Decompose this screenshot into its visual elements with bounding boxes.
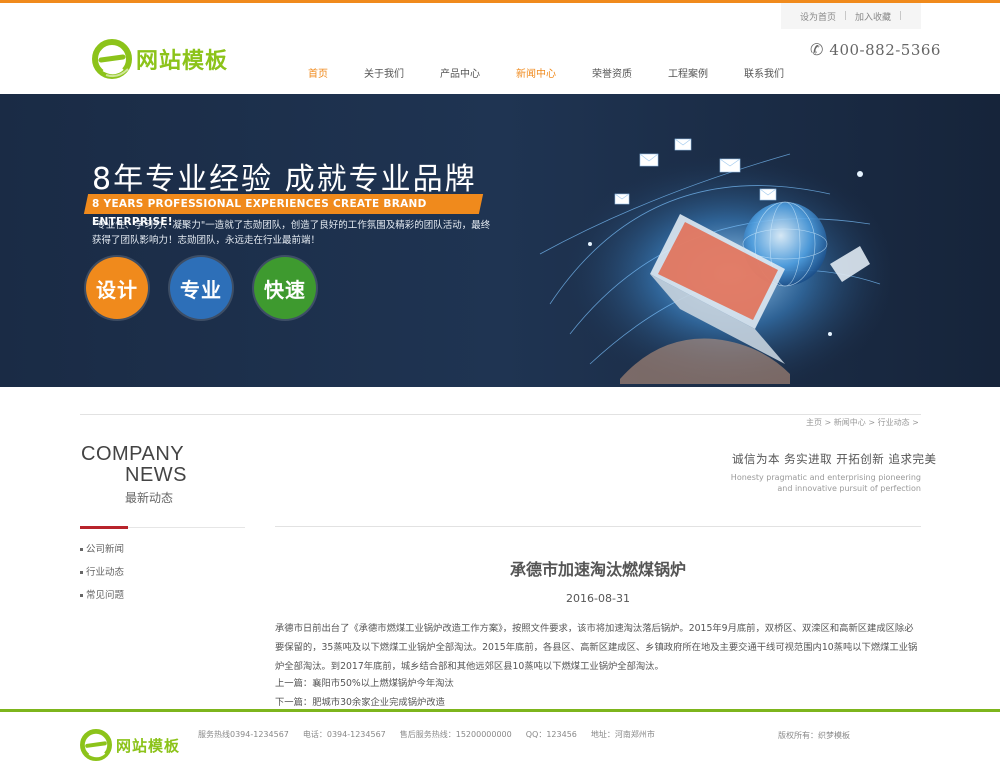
footer-logo[interactable]: 网站模板 <box>80 729 180 761</box>
article-date: 2016-08-31 <box>566 592 630 605</box>
footer-contact-info: 服务热线0394-1234567 电话：0394-1234567 售后服务热线：… <box>198 729 655 740</box>
after-sales-hotline: 售后服务热线：15200000000 <box>399 730 512 739</box>
nav-home[interactable]: 首页 <box>290 67 346 83</box>
nav-news[interactable]: 新闻中心 <box>498 67 574 83</box>
slogan-en-line2: and innovative pursuit of perfection <box>777 484 921 493</box>
banner-title: 8年专业经验 成就专业品牌 <box>92 162 477 197</box>
top-links: 设为首页 | 加入收藏 | <box>781 3 921 29</box>
nav-honors[interactable]: 荣誉资质 <box>574 67 650 83</box>
set-homepage-link[interactable]: 设为首页 <box>800 10 836 23</box>
footer: 网站模板 服务热线0394-1234567 电话：0394-1234567 售后… <box>0 712 1000 781</box>
sidebar-item-industry-news[interactable]: 行业动态 <box>80 565 124 588</box>
fast-badge: 快速 <box>254 257 316 319</box>
laptop-globe-illustration <box>539 138 890 384</box>
banner-description: "专业性、学习力、凝聚力"一造就了志勋团队，创造了良好的工作氛围及精彩的团队活动… <box>92 220 491 246</box>
sidebar-item-label: 行业动态 <box>86 567 125 578</box>
bullet-icon <box>80 548 83 551</box>
professional-badge: 专业 <box>170 257 232 319</box>
qq-info: QQ：123456 <box>525 730 577 739</box>
sidebar-category-list: 公司新闻 行业动态 常见问题 <box>80 542 124 611</box>
sidebar-title-company: COMPANY <box>81 443 185 465</box>
sidebar-item-label: 公司新闻 <box>86 544 125 555</box>
slogan-en: Honesty pragmatic and enterprising pione… <box>720 472 921 494</box>
copyright: 版权所有：织梦模板 <box>778 731 850 740</box>
footer-logo-text: 网站模板 <box>116 736 181 755</box>
breadcrumb[interactable]: 主页 > 新闻中心 > 行业动态 > <box>806 417 919 428</box>
sidebar-divider <box>128 527 245 528</box>
breadcrumb-divider <box>80 414 921 415</box>
sidebar-item-label: 常见问题 <box>86 590 125 601</box>
nav-cases[interactable]: 工程案例 <box>650 67 726 83</box>
phone-number: 400-882-5366 <box>829 40 941 59</box>
prev-article-link[interactable]: 上一篇：襄阳市50%以上燃煤锅炉今年淘汰 <box>275 674 454 693</box>
sidebar-title-news: NEWS <box>125 464 187 486</box>
divider: | <box>843 11 847 21</box>
sidebar-item-faq[interactable]: 常见问题 <box>80 588 124 611</box>
phone-info: 电话：0394-1234567 <box>302 730 386 739</box>
hero-banner[interactable]: 8年专业经验 成就专业品牌 8 YEARS PROFESSIONAL EXPER… <box>0 94 1000 387</box>
address-info: 地址：河南郑州市 <box>590 730 655 739</box>
article-pagination: 上一篇：襄阳市50%以上燃煤锅炉今年淘汰 下一篇：肥城市30余家企业完成锅炉改造 <box>275 674 454 712</box>
service-hotline: 服务热线0394-1234567 <box>198 730 289 739</box>
content-divider <box>275 526 921 527</box>
nav-products[interactable]: 产品中心 <box>422 67 498 83</box>
sidebar-title-cn: 最新动态 <box>125 491 174 505</box>
nav-about[interactable]: 关于我们 <box>346 67 422 83</box>
slogan-en-line1: Honesty pragmatic and enterprising pione… <box>730 473 921 482</box>
divider: | <box>899 11 903 21</box>
logo-e-icon <box>80 729 112 761</box>
bullet-icon <box>80 594 83 597</box>
sidebar-item-company-news[interactable]: 公司新闻 <box>80 542 124 565</box>
logo-e-icon <box>92 39 132 79</box>
site-logo[interactable]: 网站模板 <box>92 39 228 79</box>
header: 网站模板 设为首页 | 加入收藏 | ✆ 400-882-5366 首页 关于我… <box>0 3 1000 94</box>
slogan-cn: 诚信为本 务实进取 开拓创新 追求完美 <box>732 452 937 466</box>
logo-text: 网站模板 <box>136 49 229 74</box>
bullet-icon <box>80 571 83 574</box>
add-favorite-link[interactable]: 加入收藏 <box>855 10 891 23</box>
hotline: ✆ 400-882-5366 <box>810 40 941 59</box>
article-title: 承德市加速淘汰燃煤锅炉 <box>509 560 686 579</box>
main-nav: 首页 关于我们 产品中心 新闻中心 荣誉资质 工程案例 联系我们 <box>290 67 802 83</box>
sidebar-accent-bar <box>80 526 128 529</box>
design-badge: 设计 <box>86 257 148 319</box>
nav-contact[interactable]: 联系我们 <box>726 67 802 83</box>
article-body: 承德市日前出台了《承德市燃煤工业锅炉改造工作方案》，按照文件要求，该市将加速淘汰… <box>275 623 918 672</box>
phone-icon: ✆ <box>810 40 824 59</box>
